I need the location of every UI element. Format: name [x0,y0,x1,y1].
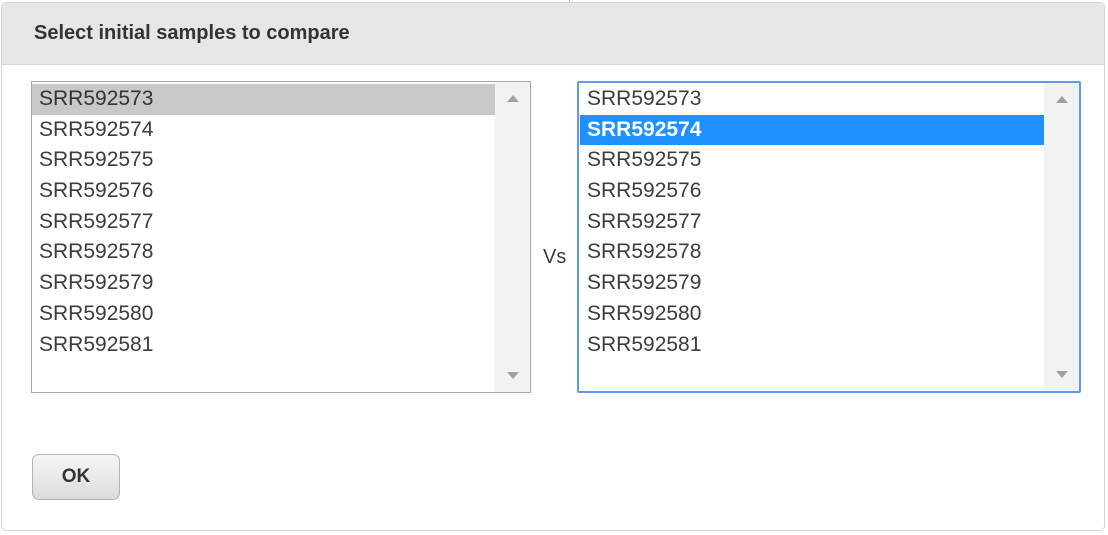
left-sample-listbox[interactable]: SRR592573 SRR592574 SRR592575 SRR592576 … [31,81,531,393]
left-option-srr592579[interactable]: SRR592579 [32,268,496,299]
right-option-srr592577[interactable]: SRR592577 [580,207,1045,238]
left-option-srr592574[interactable]: SRR592574 [32,115,496,146]
right-option-srr592580[interactable]: SRR592580 [580,299,1045,330]
left-listbox-scrollbar[interactable] [495,82,530,392]
left-option-srr592577[interactable]: SRR592577 [32,207,496,238]
left-option-srr592581[interactable]: SRR592581 [32,330,496,361]
right-option-srr592573[interactable]: SRR592573 [580,84,1045,115]
compare-samples-dialog: Select initial samples to compare SRR592… [1,2,1105,531]
right-sample-listbox[interactable]: SRR592573 SRR592574 SRR592575 SRR592576 … [577,81,1081,393]
ok-button[interactable]: OK [32,454,120,500]
right-sample-options: SRR592573 SRR592574 SRR592575 SRR592576 … [580,84,1045,360]
left-option-srr592573[interactable]: SRR592573 [32,84,496,115]
right-option-srr592579[interactable]: SRR592579 [580,268,1045,299]
left-option-srr592575[interactable]: SRR592575 [32,145,496,176]
dialog-header: Select initial samples to compare [2,3,1104,65]
left-sample-options: SRR592573 SRR592574 SRR592575 SRR592576 … [32,84,496,360]
right-option-srr592581[interactable]: SRR592581 [580,330,1045,361]
right-option-srr592575[interactable]: SRR592575 [580,145,1045,176]
scroll-down-arrow-icon[interactable] [507,372,519,379]
right-option-srr592578[interactable]: SRR592578 [580,237,1045,268]
left-option-srr592580[interactable]: SRR592580 [32,299,496,330]
right-option-srr592574[interactable]: SRR592574 [580,114,1045,146]
scroll-down-arrow-icon[interactable] [1056,371,1068,378]
right-option-srr592576[interactable]: SRR592576 [580,176,1045,207]
scroll-up-arrow-icon[interactable] [1056,96,1068,103]
left-option-srr592578[interactable]: SRR592578 [32,237,496,268]
scroll-up-arrow-icon[interactable] [507,95,519,102]
left-option-srr592576[interactable]: SRR592576 [32,176,496,207]
vs-label: Vs [543,246,567,268]
right-listbox-scrollbar[interactable] [1044,83,1079,391]
dialog-title: Select initial samples to compare [34,22,350,44]
